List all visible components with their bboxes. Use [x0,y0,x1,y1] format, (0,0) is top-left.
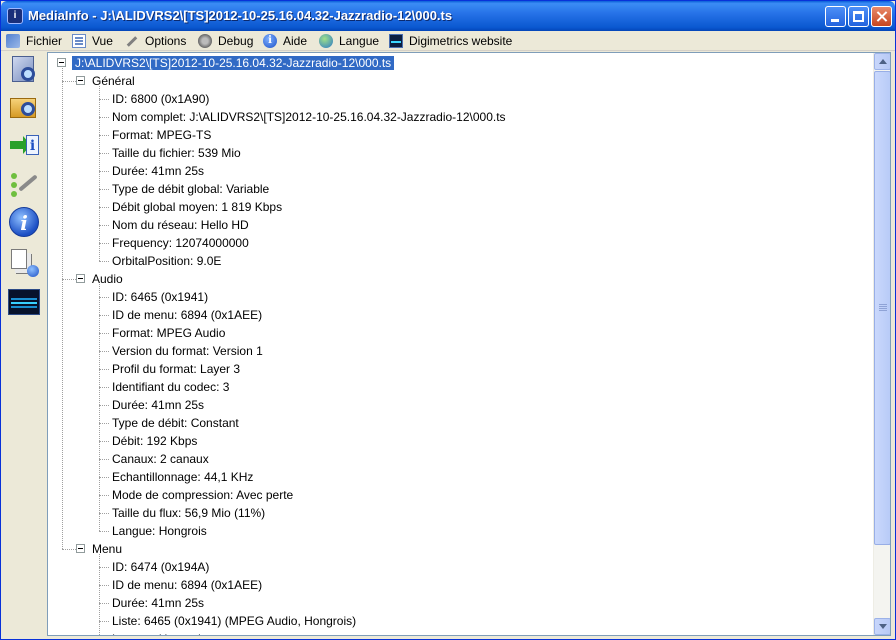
tree-item[interactable]: Durée: 41mn 25s [112,162,204,180]
section-expander[interactable] [76,544,85,553]
tree-item[interactable]: Type de débit global: Variable [112,180,269,198]
app-icon[interactable]: i [7,8,23,24]
tree-item[interactable]: Format: MPEG-TS [112,126,211,144]
menu-label: Langue [339,34,380,48]
tree-item[interactable]: ID: 6465 (0x1941) [112,288,208,306]
view-icon [72,34,86,48]
tree-item[interactable]: Profil du format: Layer 3 [112,360,240,378]
tree-item[interactable]: Version du format: Version 1 [112,342,263,360]
tree-item[interactable]: Identifiant du codec: 3 [112,378,229,396]
tree-item[interactable]: Format: MPEG Audio [112,324,225,342]
menu-label: Digimetrics website [409,34,513,48]
vertical-scrollbar[interactable] [873,53,890,635]
tree-root-label: J:\ALIDVRS2\[TS]2012-10-25.16.04.32-Jazz… [72,56,395,70]
menu-debug[interactable]: Debug [198,33,253,49]
minimize-icon [831,19,839,22]
tree-root-node[interactable]: J:\ALIDVRS2\[TS]2012-10-25.16.04.32-Jazz… [72,54,395,72]
scroll-thumb[interactable] [874,71,890,545]
options-icon [125,34,139,48]
tree-item[interactable]: Liste: 6465 (0x1941) (MPEG Audio, Hongro… [112,612,356,630]
tree-item[interactable]: Mode de compression: Avec perte [112,486,293,504]
tree-item[interactable]: ID de menu: 6894 (0x1AEE) [112,576,262,594]
menu-label: Aide [283,34,308,48]
title-bar[interactable]: i MediaInfo - J:\ALIDVRS2\[TS]2012-10-25… [1,1,895,31]
tree-item[interactable]: Frequency: 12074000000 [112,234,249,252]
tree-item[interactable]: Langue: Hongrois [112,522,207,540]
section-expander[interactable] [76,76,85,85]
tree-item[interactable]: Durée: 41mn 25s [112,396,204,414]
maximize-icon [853,11,864,22]
tree-item[interactable]: Langue: Hongrois [112,630,207,635]
tree-item[interactable]: OrbitalPosition: 9.0E [112,252,221,270]
help-icon: i [263,34,277,48]
export-button[interactable]: i [7,129,41,163]
tree-item[interactable]: Type de débit: Constant [112,414,239,432]
open-file-button[interactable] [7,53,41,87]
maximize-button[interactable] [848,6,869,27]
tree-item[interactable]: ID: 6474 (0x194A) [112,558,209,576]
tree-section-menu[interactable]: Menu [92,540,122,558]
menu-aide[interactable]: i Aide [263,33,307,49]
menu-digimetrics-website[interactable]: Digimetrics website [389,33,512,49]
scroll-down-button[interactable] [874,618,890,635]
menu-label: Vue [92,34,113,48]
menu-vue[interactable]: Vue [72,33,113,49]
tree-item[interactable]: Débit global moyen: 1 819 Kbps [112,198,282,216]
menu-label: Debug [218,34,254,48]
root-expander[interactable] [57,58,66,67]
digimetrics-tool-button[interactable] [7,285,41,319]
close-button[interactable] [871,6,892,27]
tree-section-audio[interactable]: Audio [92,270,123,288]
sheet-view-button[interactable] [7,245,41,279]
menu-options[interactable]: Options [125,33,186,49]
menu-langue[interactable]: Langue [319,33,379,49]
menu-label: Options [145,34,187,48]
tree-item[interactable]: Nom du réseau: Hello HD [112,216,249,234]
tree-item[interactable]: Durée: 41mn 25s [112,594,204,612]
file-icon [6,34,20,48]
grip-icon [879,304,887,312]
tree-content: J:\ALIDVRS2\[TS]2012-10-25.16.04.32-Jazz… [48,53,874,635]
mediainfo-window: i MediaInfo - J:\ALIDVRS2\[TS]2012-10-25… [0,0,896,640]
section-expander[interactable] [76,274,85,283]
minimize-button[interactable] [825,6,846,27]
menu-bar: Fichier Vue Options Debug i Aide Langue D… [1,31,895,51]
tree-item[interactable]: Nom complet: J:\ALIDVRS2\[TS]2012-10-25.… [112,108,506,126]
globe-icon [319,34,333,48]
debug-icon [198,34,212,48]
tree-item[interactable]: ID de menu: 6894 (0x1AEE) [112,306,262,324]
open-folder-button[interactable] [7,90,41,124]
tree-item[interactable]: Débit: 192 Kbps [112,432,197,450]
tree-item[interactable]: Taille du flux: 56,9 Mio (11%) [112,504,265,522]
tree-item[interactable]: ID: 6800 (0x1A90) [112,90,209,108]
preferences-button[interactable] [7,167,41,201]
window-title: MediaInfo - J:\ALIDVRS2\[TS]2012-10-25.1… [28,8,453,23]
tool-sidebar: i i [3,51,43,636]
menu-fichier[interactable]: Fichier [6,33,62,49]
tree-item[interactable]: Taille du fichier: 539 Mio [112,144,241,162]
info-tree-view[interactable]: J:\ALIDVRS2\[TS]2012-10-25.16.04.32-Jazz… [47,52,891,636]
digimetrics-icon [389,34,403,48]
tree-item[interactable]: Canaux: 2 canaux [112,450,209,468]
about-button[interactable]: i [7,205,41,239]
tree-item[interactable]: Echantillonnage: 44,1 KHz [112,468,253,486]
menu-label: Fichier [26,34,63,48]
scroll-up-button[interactable] [874,53,890,70]
